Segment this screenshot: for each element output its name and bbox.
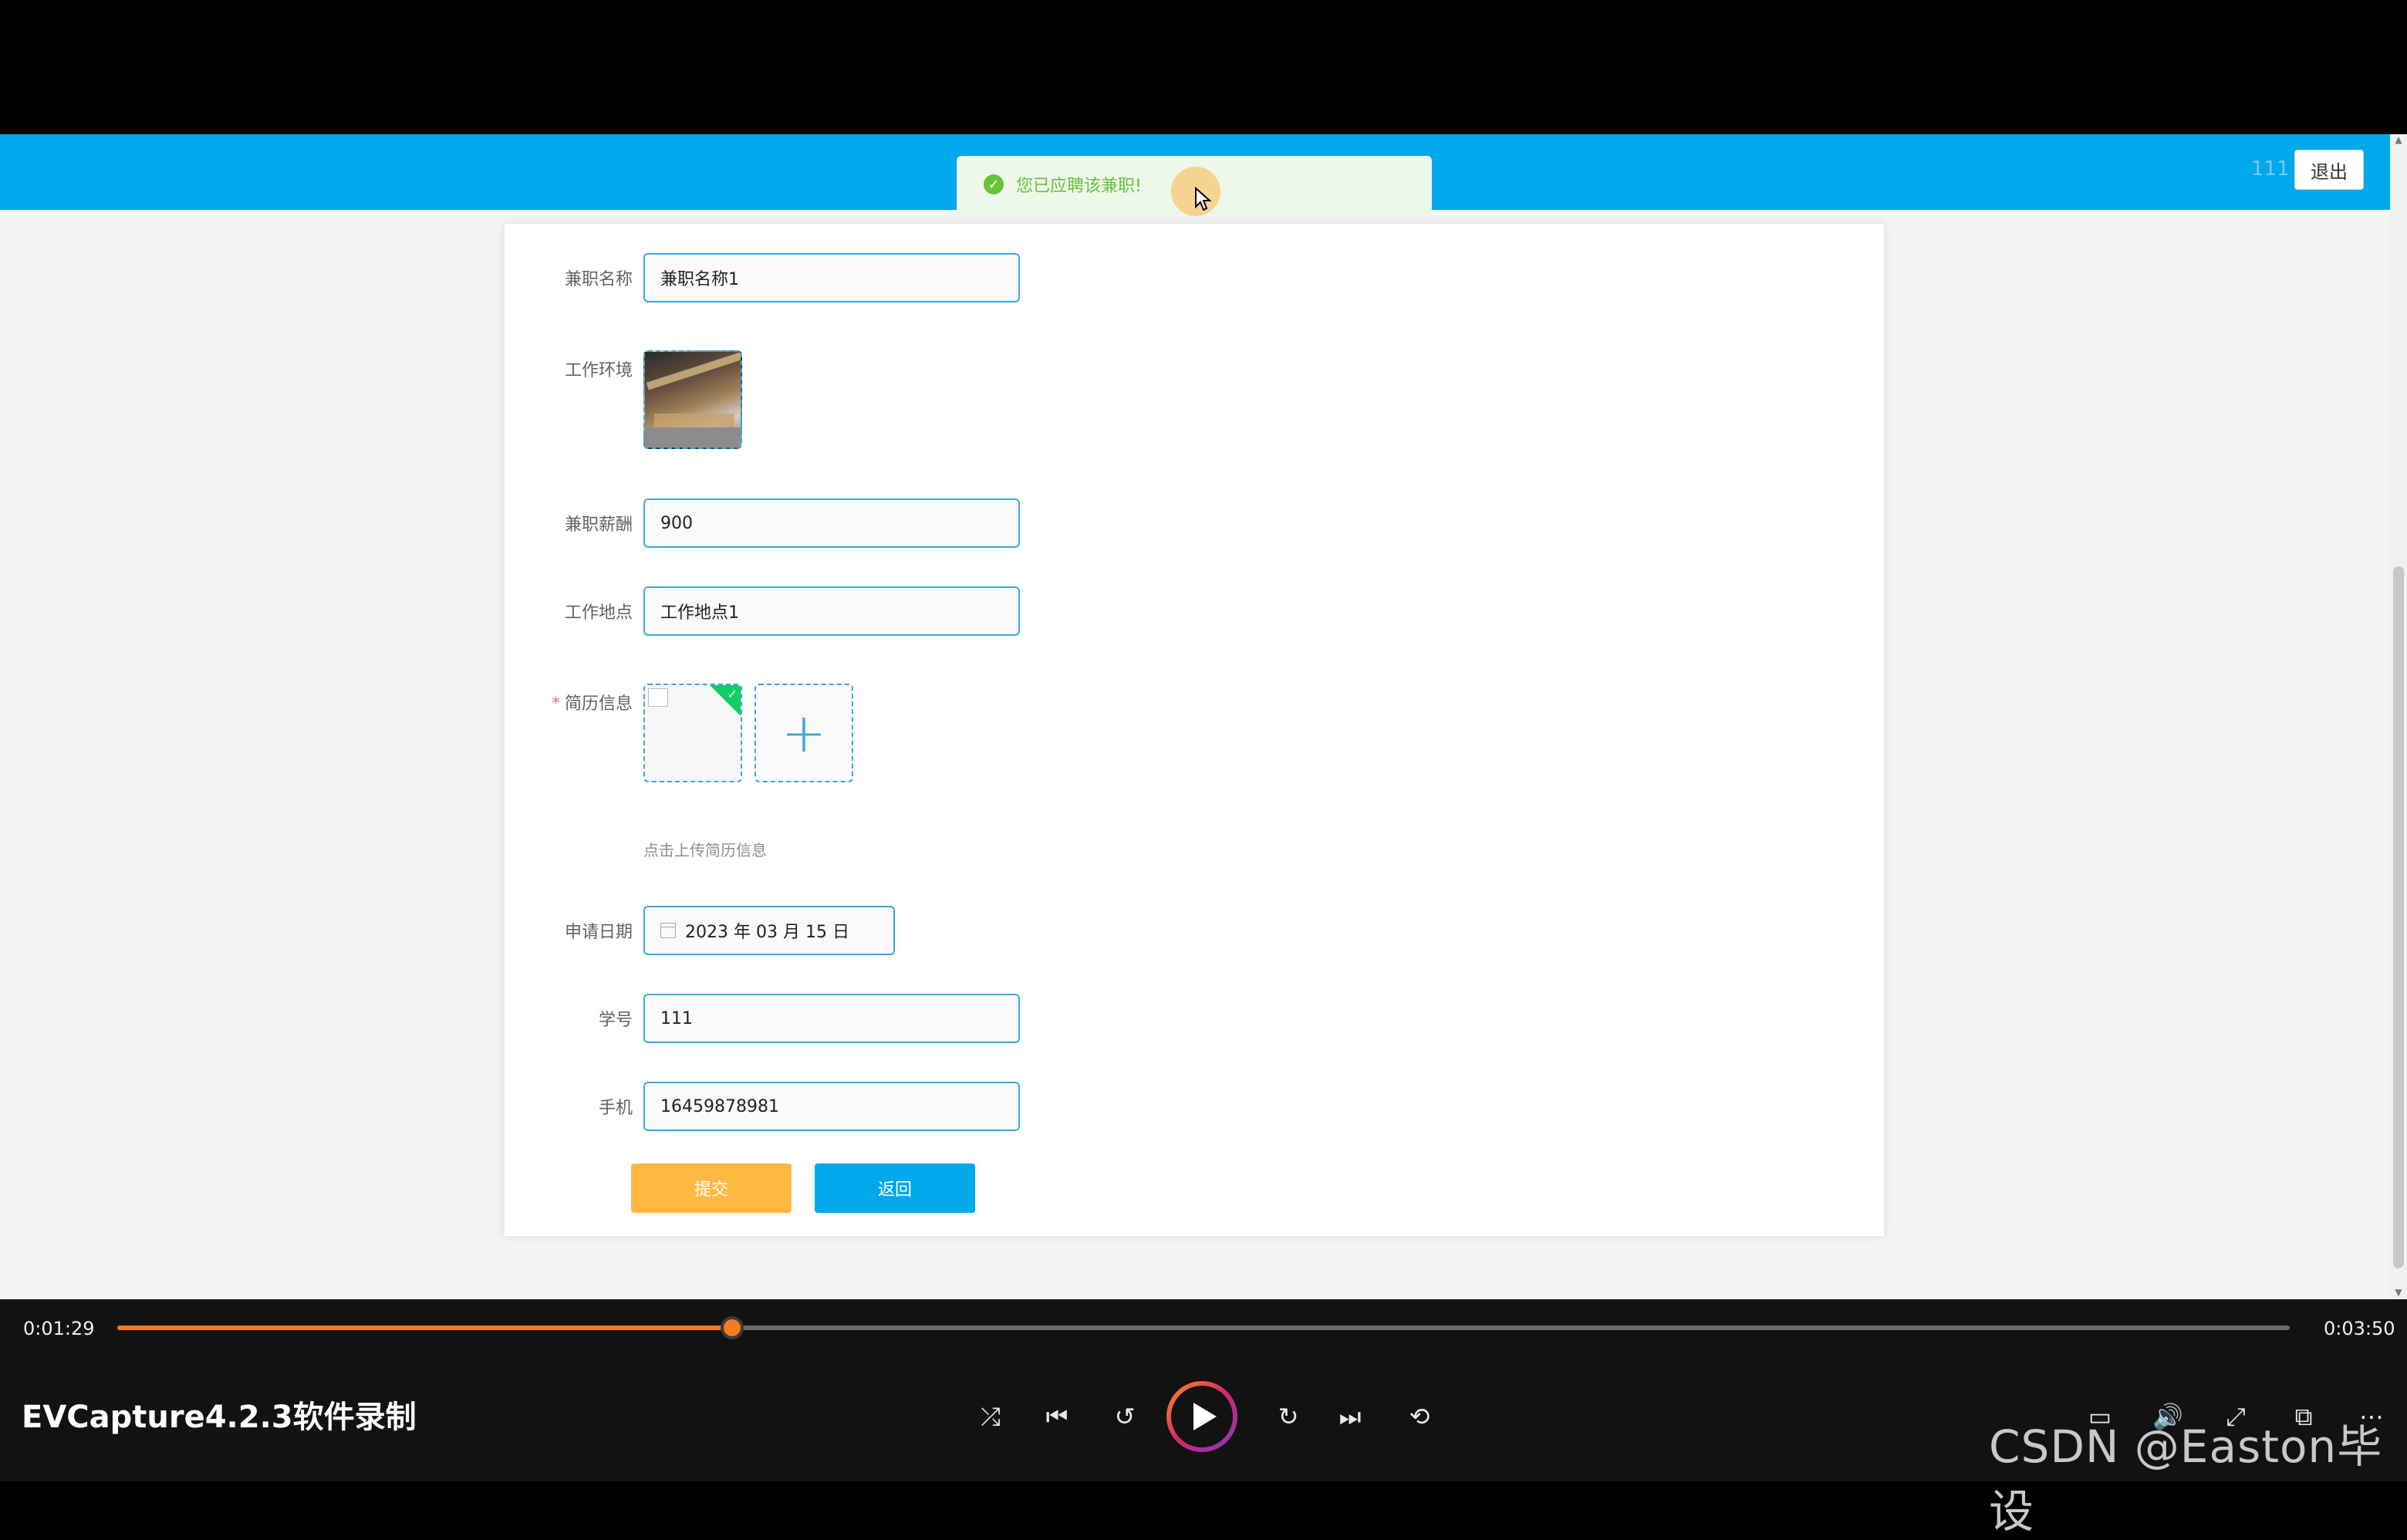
shuffle-icon[interactable]: ⤮ bbox=[975, 1401, 1006, 1432]
play-button[interactable] bbox=[1166, 1381, 1237, 1452]
resume-upload-hint: 点击上传简历信息 bbox=[643, 841, 767, 859]
play-icon bbox=[1193, 1403, 1217, 1430]
name-input[interactable]: 兼职名称1 bbox=[643, 253, 1020, 302]
location-input[interactable]: 工作地点1 bbox=[643, 586, 1020, 636]
student-id-label: 学号 bbox=[598, 1011, 633, 1030]
phone-input[interactable]: 16459878981 bbox=[643, 1082, 1020, 1131]
current-time: 0:01:29 bbox=[23, 1318, 95, 1339]
repeat-off-icon[interactable]: ⟲ bbox=[1404, 1401, 1435, 1432]
name-label: 兼职名称 bbox=[564, 270, 633, 289]
progress-bar[interactable] bbox=[117, 1316, 2290, 1339]
salary-label: 兼职薪酬 bbox=[564, 515, 633, 535]
video-player-bar: 0:01:29 0:03:50 EVCapture4.2.3软件录制 ⤮ ⏮ ↺… bbox=[0, 1299, 2407, 1538]
browser-viewport: 111 退出 ✓ 您已应聘该兼职! ▲ ▼ 兼职名称 兼职名称1 工作环境 兼职… bbox=[0, 134, 2407, 1299]
csdn-watermark: CSDN @Easton毕设 bbox=[1989, 1420, 2383, 1538]
header-username: 111 bbox=[2251, 157, 2290, 181]
student-id-input[interactable]: 111 bbox=[643, 994, 1020, 1043]
required-mark: * bbox=[551, 694, 560, 714]
toast-message: 您已应聘该兼职! bbox=[1016, 177, 1142, 196]
total-time: 0:03:50 bbox=[2324, 1318, 2395, 1339]
top-black-bar bbox=[0, 0, 2407, 134]
recording-title: EVCapture4.2.3软件录制 bbox=[22, 1400, 417, 1435]
work-environment-image[interactable] bbox=[643, 350, 742, 449]
env-label: 工作环境 bbox=[564, 361, 633, 380]
skip-next-icon[interactable]: ⏭ bbox=[1335, 1401, 1366, 1432]
plus-icon: + bbox=[781, 701, 827, 765]
success-check-icon: ✓ bbox=[984, 174, 1004, 194]
mouse-cursor-icon bbox=[1195, 187, 1212, 211]
back-button[interactable]: 返回 bbox=[815, 1163, 975, 1213]
date-value: 2023 年 03 月 15 日 bbox=[685, 923, 849, 942]
check-icon: ✓ bbox=[727, 687, 738, 701]
progress-fill bbox=[117, 1326, 732, 1330]
page-scrollbar-thumb[interactable] bbox=[2393, 566, 2404, 1268]
calendar-icon bbox=[660, 923, 676, 938]
forward-30-icon[interactable]: ↻ bbox=[1273, 1401, 1304, 1432]
date-label: 申请日期 bbox=[564, 923, 633, 942]
phone-label: 手机 bbox=[598, 1099, 633, 1118]
upload-plus-button[interactable]: + bbox=[755, 684, 853, 782]
skip-previous-icon[interactable]: ⏮ bbox=[1041, 1401, 1072, 1432]
resume-label-text: 简历信息 bbox=[564, 694, 633, 714]
resume-label: * 简历信息 bbox=[505, 690, 633, 714]
logout-button[interactable]: 退出 bbox=[2294, 150, 2364, 190]
rewind-10-icon[interactable]: ↺ bbox=[1109, 1401, 1140, 1432]
submit-button[interactable]: 提交 bbox=[631, 1163, 792, 1213]
date-picker-input[interactable]: 2023 年 03 月 15 日 bbox=[643, 906, 895, 955]
progress-handle[interactable] bbox=[720, 1316, 744, 1339]
resume-uploaded-file[interactable]: ✓ bbox=[643, 684, 742, 782]
scroll-down-icon[interactable]: ▼ bbox=[2392, 1287, 2405, 1299]
form-card: 兼职名称 兼职名称1 工作环境 兼职薪酬 900 工作地点 工作地点1 * 简历信… bbox=[505, 224, 1884, 1236]
location-label: 工作地点 bbox=[564, 603, 633, 623]
salary-input[interactable]: 900 bbox=[643, 498, 1020, 548]
scroll-up-icon[interactable]: ▲ bbox=[2392, 134, 2405, 147]
broken-image-icon bbox=[648, 688, 668, 707]
